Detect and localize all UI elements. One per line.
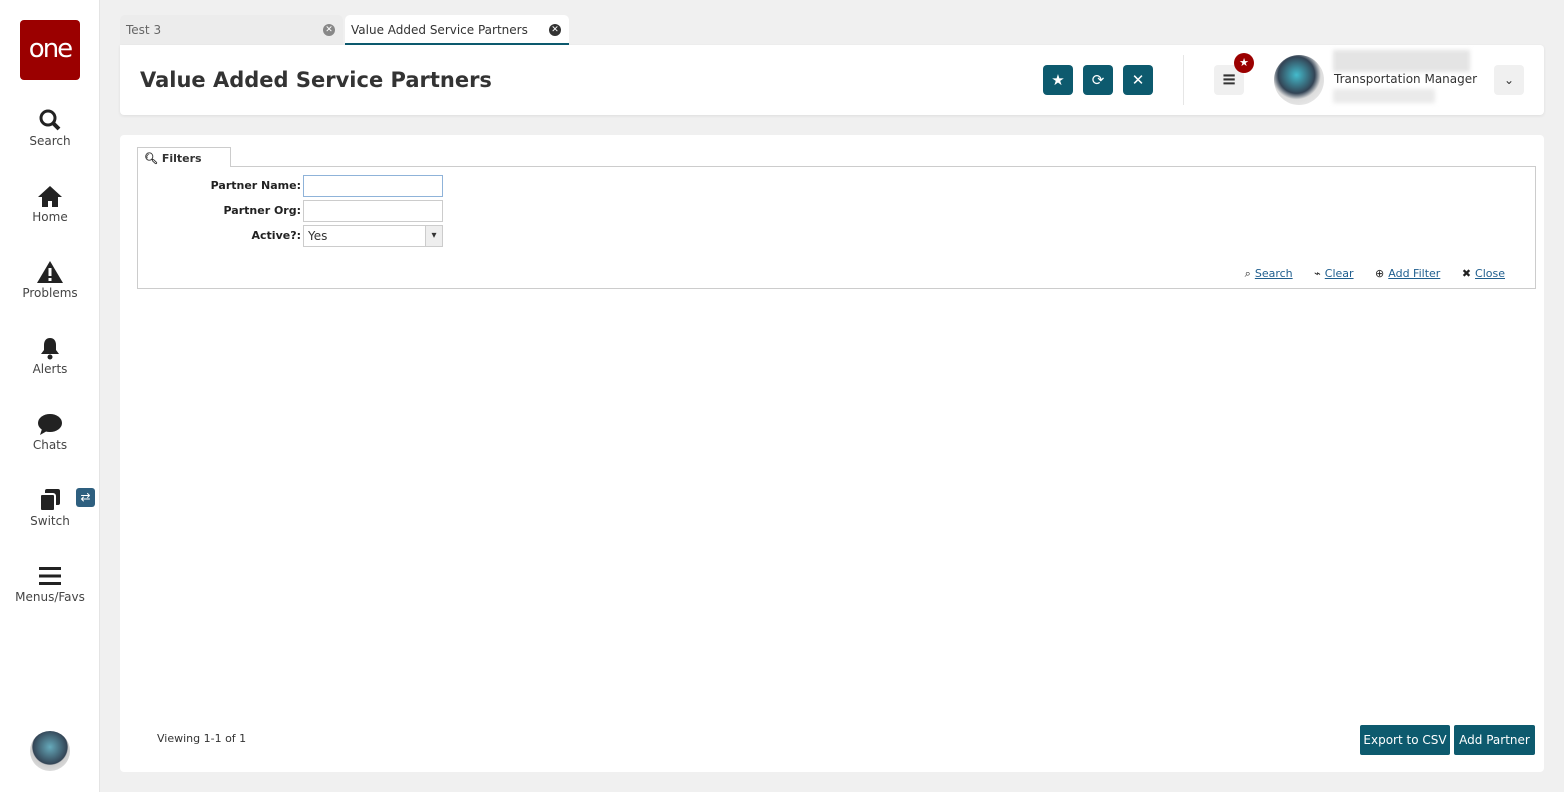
favorites-star-badge-icon: ★ bbox=[1234, 53, 1254, 73]
partner-org-label: Partner Org: bbox=[223, 204, 301, 217]
export-csv-button[interactable]: Export to CSV bbox=[1360, 725, 1450, 755]
close-tab-icon[interactable]: ✕ bbox=[549, 24, 561, 36]
add-filter-link[interactable]: Add Filter bbox=[1388, 267, 1440, 280]
partner-org-input[interactable] bbox=[303, 200, 443, 222]
chevron-down-icon: ▾ bbox=[425, 226, 442, 246]
chevron-down-icon: ⌄ bbox=[1503, 73, 1515, 87]
bell-icon bbox=[41, 338, 59, 360]
sidebar-item-alerts[interactable]: Alerts bbox=[0, 336, 100, 376]
favorite-button[interactable]: ★ bbox=[1043, 65, 1073, 95]
sidebar-item-label: Search bbox=[29, 134, 71, 148]
blurred-user-name bbox=[1333, 50, 1470, 72]
star-icon: ★ bbox=[1051, 71, 1065, 89]
partner-name-label: Partner Name: bbox=[210, 179, 301, 192]
sidebar-item-label: Home bbox=[32, 210, 68, 224]
sidebar-item-search[interactable]: Search bbox=[0, 108, 100, 148]
chat-icon bbox=[38, 414, 62, 435]
logo[interactable]: one bbox=[20, 20, 80, 80]
home-icon bbox=[38, 186, 62, 207]
sidebar-item-label: Problems bbox=[22, 286, 78, 300]
close-icon: ✖ bbox=[1461, 267, 1472, 280]
user-avatar[interactable] bbox=[30, 731, 70, 771]
filters-tab[interactable]: 🔍︎ Filters bbox=[137, 147, 231, 167]
search-icon: 🔍︎ bbox=[144, 152, 158, 165]
active-select-value: Yes bbox=[308, 229, 328, 243]
sidebar: one Search Home Problems Alerts Chats Sw… bbox=[0, 0, 100, 792]
clear-link[interactable]: Clear bbox=[1325, 267, 1354, 280]
sidebar-item-chats[interactable]: Chats bbox=[0, 412, 100, 452]
page-title: Value Added Service Partners bbox=[140, 68, 492, 92]
sidebar-item-home[interactable]: Home bbox=[0, 184, 100, 224]
tab-label: Test 3 bbox=[126, 23, 162, 37]
switch-icon bbox=[39, 489, 60, 512]
blurred-user-org bbox=[1333, 89, 1435, 103]
tab-value-added-service-partners[interactable]: Value Added Service Partners ✕ bbox=[345, 15, 569, 45]
close-icon: ✕ bbox=[1131, 71, 1145, 89]
close-tab-icon[interactable]: ✕ bbox=[323, 24, 335, 36]
page-header: Value Added Service Partners ★ ⟳ ✕ ≡ ★ T… bbox=[120, 45, 1544, 115]
search-icon bbox=[39, 109, 61, 131]
user-menu-dropdown[interactable]: ⌄ bbox=[1494, 65, 1524, 95]
sidebar-item-label: Switch bbox=[30, 514, 70, 528]
viewing-count: Viewing 1-1 of 1 bbox=[157, 732, 247, 745]
close-page-button[interactable]: ✕ bbox=[1123, 65, 1153, 95]
sidebar-item-label: Menus/Favs bbox=[15, 590, 85, 604]
add-partner-button[interactable]: Add Partner bbox=[1454, 725, 1535, 755]
user-role: Transportation Manager bbox=[1334, 72, 1478, 86]
sidebar-item-problems[interactable]: Problems bbox=[0, 260, 100, 300]
tab-label: Value Added Service Partners bbox=[351, 23, 528, 37]
tab-test-3[interactable]: Test 3 ✕ bbox=[120, 15, 343, 45]
sidebar-item-menus[interactable]: Menus/Favs bbox=[0, 564, 100, 604]
divider bbox=[1183, 55, 1184, 105]
active-label: Active?: bbox=[251, 229, 301, 242]
search-icon: ⌕ bbox=[1244, 267, 1251, 280]
filters-tab-label: Filters bbox=[161, 152, 202, 165]
partner-name-input[interactable] bbox=[303, 175, 443, 197]
refresh-icon: ⟳ bbox=[1091, 71, 1105, 89]
close-link[interactable]: Close bbox=[1475, 267, 1505, 280]
user-avatar[interactable] bbox=[1274, 55, 1324, 105]
refresh-button[interactable]: ⟳ bbox=[1083, 65, 1113, 95]
main-panel: 🔍︎ Filters Partner Name: Partner Org: Ac… bbox=[120, 135, 1544, 772]
warning-icon bbox=[37, 261, 63, 283]
plus-circle-icon: ⊕ bbox=[1375, 267, 1385, 280]
sidebar-item-label: Chats bbox=[32, 438, 68, 452]
sidebar-item-label: Alerts bbox=[32, 362, 68, 376]
filter-actions: ⌕ Search ⌁ Clear ⊕ Add Filter ✖ Close bbox=[1245, 267, 1505, 281]
filters-panel: Partner Name: Partner Org: Active?: Yes ▾… bbox=[137, 166, 1536, 289]
broom-icon: ⌁ bbox=[1314, 267, 1321, 280]
search-link[interactable]: Search bbox=[1255, 267, 1293, 280]
switch-badge-icon: ⇄ bbox=[76, 488, 95, 507]
active-select[interactable]: Yes ▾ bbox=[303, 225, 443, 247]
hamburger-icon: ≡ bbox=[1221, 69, 1237, 90]
menu-icon bbox=[39, 567, 61, 585]
